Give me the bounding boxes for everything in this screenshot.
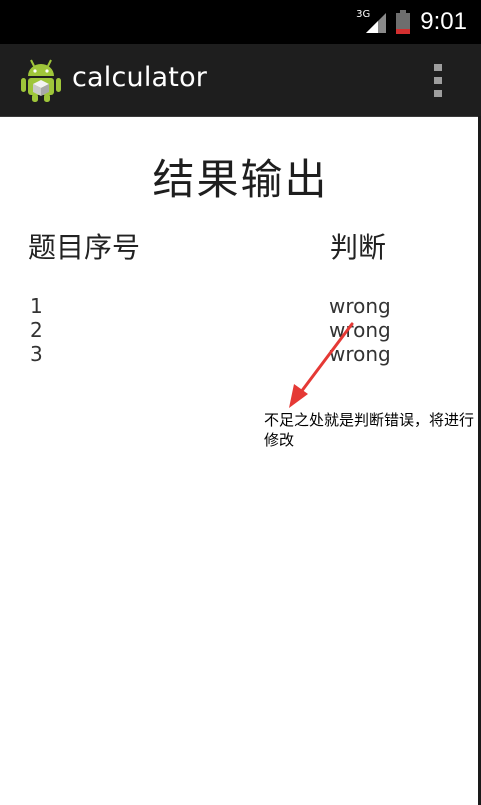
- result-row: 2 wrong: [0, 318, 481, 342]
- row-number: 2: [30, 318, 43, 342]
- network-type-label: 3G: [356, 8, 371, 20]
- status-clock: 9:01: [420, 8, 467, 35]
- header-question-number: 题目序号: [28, 231, 141, 264]
- app-title: calculator: [72, 62, 208, 93]
- header-judgement: 判断: [330, 231, 387, 264]
- overflow-menu-icon[interactable]: [427, 64, 451, 100]
- status-bar: 3G 9:01: [0, 0, 481, 44]
- result-row: 3 wrong: [0, 342, 481, 366]
- android-icon[interactable]: [20, 58, 62, 102]
- row-number: 1: [30, 294, 43, 318]
- row-result: wrong: [329, 294, 391, 318]
- battery-icon: [396, 10, 411, 34]
- annotation-arrow: [289, 322, 354, 408]
- row-number: 3: [30, 342, 43, 366]
- result-row: 1 wrong: [0, 294, 481, 318]
- status-icons: 3G 9:01: [356, 0, 467, 44]
- annotation-text: 不足之处就是判断错误，将进行修改: [264, 411, 475, 449]
- page-title: 结果输出: [152, 155, 329, 204]
- action-bar: calculator: [0, 44, 481, 117]
